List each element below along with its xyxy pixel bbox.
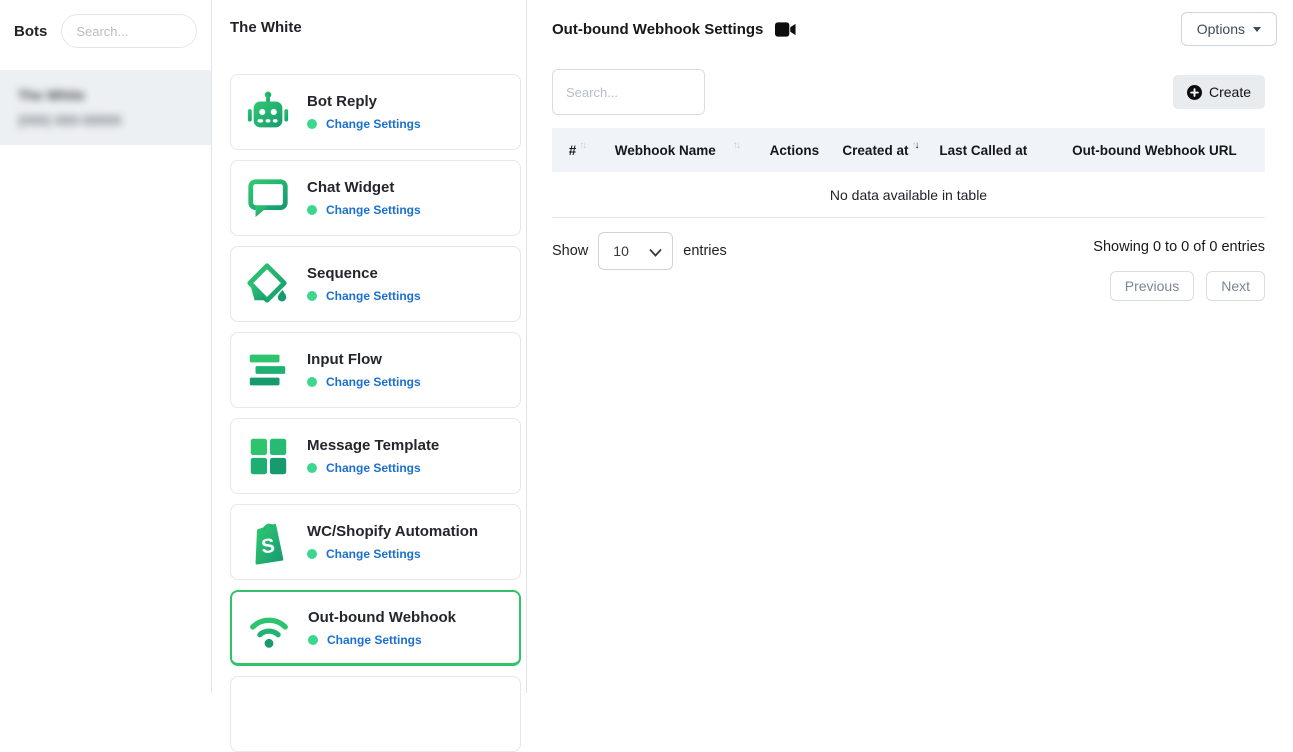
- empty-message: No data available in table: [830, 187, 987, 203]
- status-dot: [308, 635, 318, 645]
- column-header-last-called-at: Last Called at: [923, 143, 1044, 158]
- robot-icon: [245, 89, 291, 135]
- feature-card-shopify-automation[interactable]: S WC/Shopify Automation Change Settings: [230, 504, 521, 580]
- pagination: Previous Next: [1110, 271, 1265, 301]
- change-settings-link[interactable]: Change Settings: [326, 117, 421, 131]
- show-label: Show: [552, 243, 588, 259]
- status-dot: [307, 291, 317, 301]
- sort-icon-active: ↑↓: [911, 140, 917, 151]
- change-settings-link[interactable]: Change Settings: [326, 461, 421, 475]
- table-header-row: # ↑↓ Webhook Name ↑↓ Actions Created at …: [552, 128, 1265, 172]
- column-header-actions: Actions: [752, 143, 838, 158]
- sort-icon: ↑↓: [579, 140, 585, 151]
- change-settings-link[interactable]: Change Settings: [326, 203, 421, 217]
- bars-icon: [245, 347, 291, 393]
- table-footer: Show 10 entries Showing 0 to 0 of 0 entr…: [552, 232, 1265, 301]
- column-header-webhook-url: Out-bound Webhook URL: [1044, 143, 1265, 158]
- chat-bubble-icon: [245, 175, 291, 221]
- feature-card-title: Out-bound Webhook: [308, 609, 456, 626]
- change-settings-link[interactable]: Change Settings: [327, 633, 422, 647]
- create-button[interactable]: Create: [1173, 75, 1265, 109]
- feature-card-input-flow[interactable]: Input Flow Change Settings: [230, 332, 521, 408]
- chevron-down-icon: [1253, 27, 1261, 32]
- svg-text:S: S: [260, 535, 276, 558]
- feature-card-bot-reply[interactable]: Bot Reply Change Settings: [230, 74, 521, 150]
- bot-phone-blurred: (000) 000-00000: [18, 112, 168, 128]
- shopify-bag-icon: S: [245, 519, 291, 565]
- sidebar-header: Bots: [0, 0, 211, 62]
- webhooks-table: # ↑↓ Webhook Name ↑↓ Actions Created at …: [552, 128, 1265, 218]
- bot-name-blurred: The White: [18, 87, 110, 103]
- bot-features-panel: The White Bot Reply C: [212, 0, 527, 693]
- feature-card-title: WC/Shopify Automation: [307, 523, 478, 540]
- page-length-select[interactable]: 10: [598, 232, 673, 270]
- grid-icon: [245, 433, 291, 479]
- column-label: #: [569, 143, 577, 158]
- next-page-button[interactable]: Next: [1206, 271, 1265, 301]
- feature-card-title: Bot Reply: [307, 93, 421, 110]
- feature-card-title: Input Flow: [307, 351, 421, 368]
- feature-card-sequence[interactable]: Sequence Change Settings: [230, 246, 521, 322]
- bots-sidebar: Bots The White (000) 000-00000: [0, 0, 212, 693]
- status-dot: [307, 119, 317, 129]
- column-label: Out-bound Webhook URL: [1072, 143, 1237, 158]
- feature-card-chat-widget[interactable]: Chat Widget Change Settings: [230, 160, 521, 236]
- create-button-label: Create: [1209, 84, 1251, 100]
- column-label: Created at: [842, 143, 908, 158]
- webhook-search-input[interactable]: [552, 69, 705, 115]
- status-dot: [307, 463, 317, 473]
- change-settings-link[interactable]: Change Settings: [326, 547, 421, 561]
- feature-card-title: Message Template: [307, 437, 439, 454]
- feature-card-partial[interactable]: [230, 676, 521, 752]
- change-settings-link[interactable]: Change Settings: [326, 375, 421, 389]
- feature-card-outbound-webhook[interactable]: Out-bound Webhook Change Settings: [230, 590, 521, 666]
- table-toolbar: Create: [552, 69, 1265, 115]
- entries-label: entries: [683, 243, 727, 259]
- sort-icon: ↑↓: [733, 140, 739, 151]
- page-length-control: Show 10 entries: [552, 232, 727, 270]
- paint-bucket-icon: [245, 261, 291, 307]
- feature-card-title: Sequence: [307, 265, 421, 282]
- wifi-icon: [246, 605, 292, 651]
- feature-card-message-template[interactable]: Message Template Change Settings: [230, 418, 521, 494]
- status-dot: [307, 549, 317, 559]
- column-label: Last Called at: [939, 143, 1027, 158]
- main-header: Out-bound Webhook Settings Options: [552, 12, 1277, 46]
- sidebar-title: Bots: [14, 23, 47, 40]
- bot-title: The White: [230, 19, 520, 36]
- column-label: Webhook Name: [615, 143, 716, 158]
- options-button[interactable]: Options: [1181, 12, 1277, 46]
- column-label: Actions: [770, 143, 820, 158]
- outbound-webhook-settings-panel: Out-bound Webhook Settings Options: [527, 0, 1293, 693]
- bot-list-item-selected[interactable]: The White (000) 000-00000: [0, 70, 211, 145]
- table-empty-row: No data available in table: [552, 172, 1265, 218]
- bots-search-input[interactable]: [61, 14, 197, 48]
- plus-circle-icon: [1187, 85, 1202, 100]
- previous-page-button[interactable]: Previous: [1110, 271, 1194, 301]
- video-camera-icon[interactable]: [775, 22, 796, 37]
- column-header-index[interactable]: # ↑↓: [552, 143, 602, 158]
- page-title: Out-bound Webhook Settings: [552, 21, 763, 38]
- status-dot: [307, 205, 317, 215]
- options-button-label: Options: [1197, 21, 1245, 37]
- column-header-created-at[interactable]: Created at ↑↓: [837, 143, 923, 158]
- table-info-text: Showing 0 to 0 of 0 entries: [1093, 239, 1265, 255]
- feature-card-title: Chat Widget: [307, 179, 421, 196]
- change-settings-link[interactable]: Change Settings: [326, 289, 421, 303]
- feature-card-list: Bot Reply Change Settings Chat Widget Ch…: [230, 74, 520, 752]
- column-header-webhook-name[interactable]: Webhook Name ↑↓: [602, 143, 752, 158]
- status-dot: [307, 377, 317, 387]
